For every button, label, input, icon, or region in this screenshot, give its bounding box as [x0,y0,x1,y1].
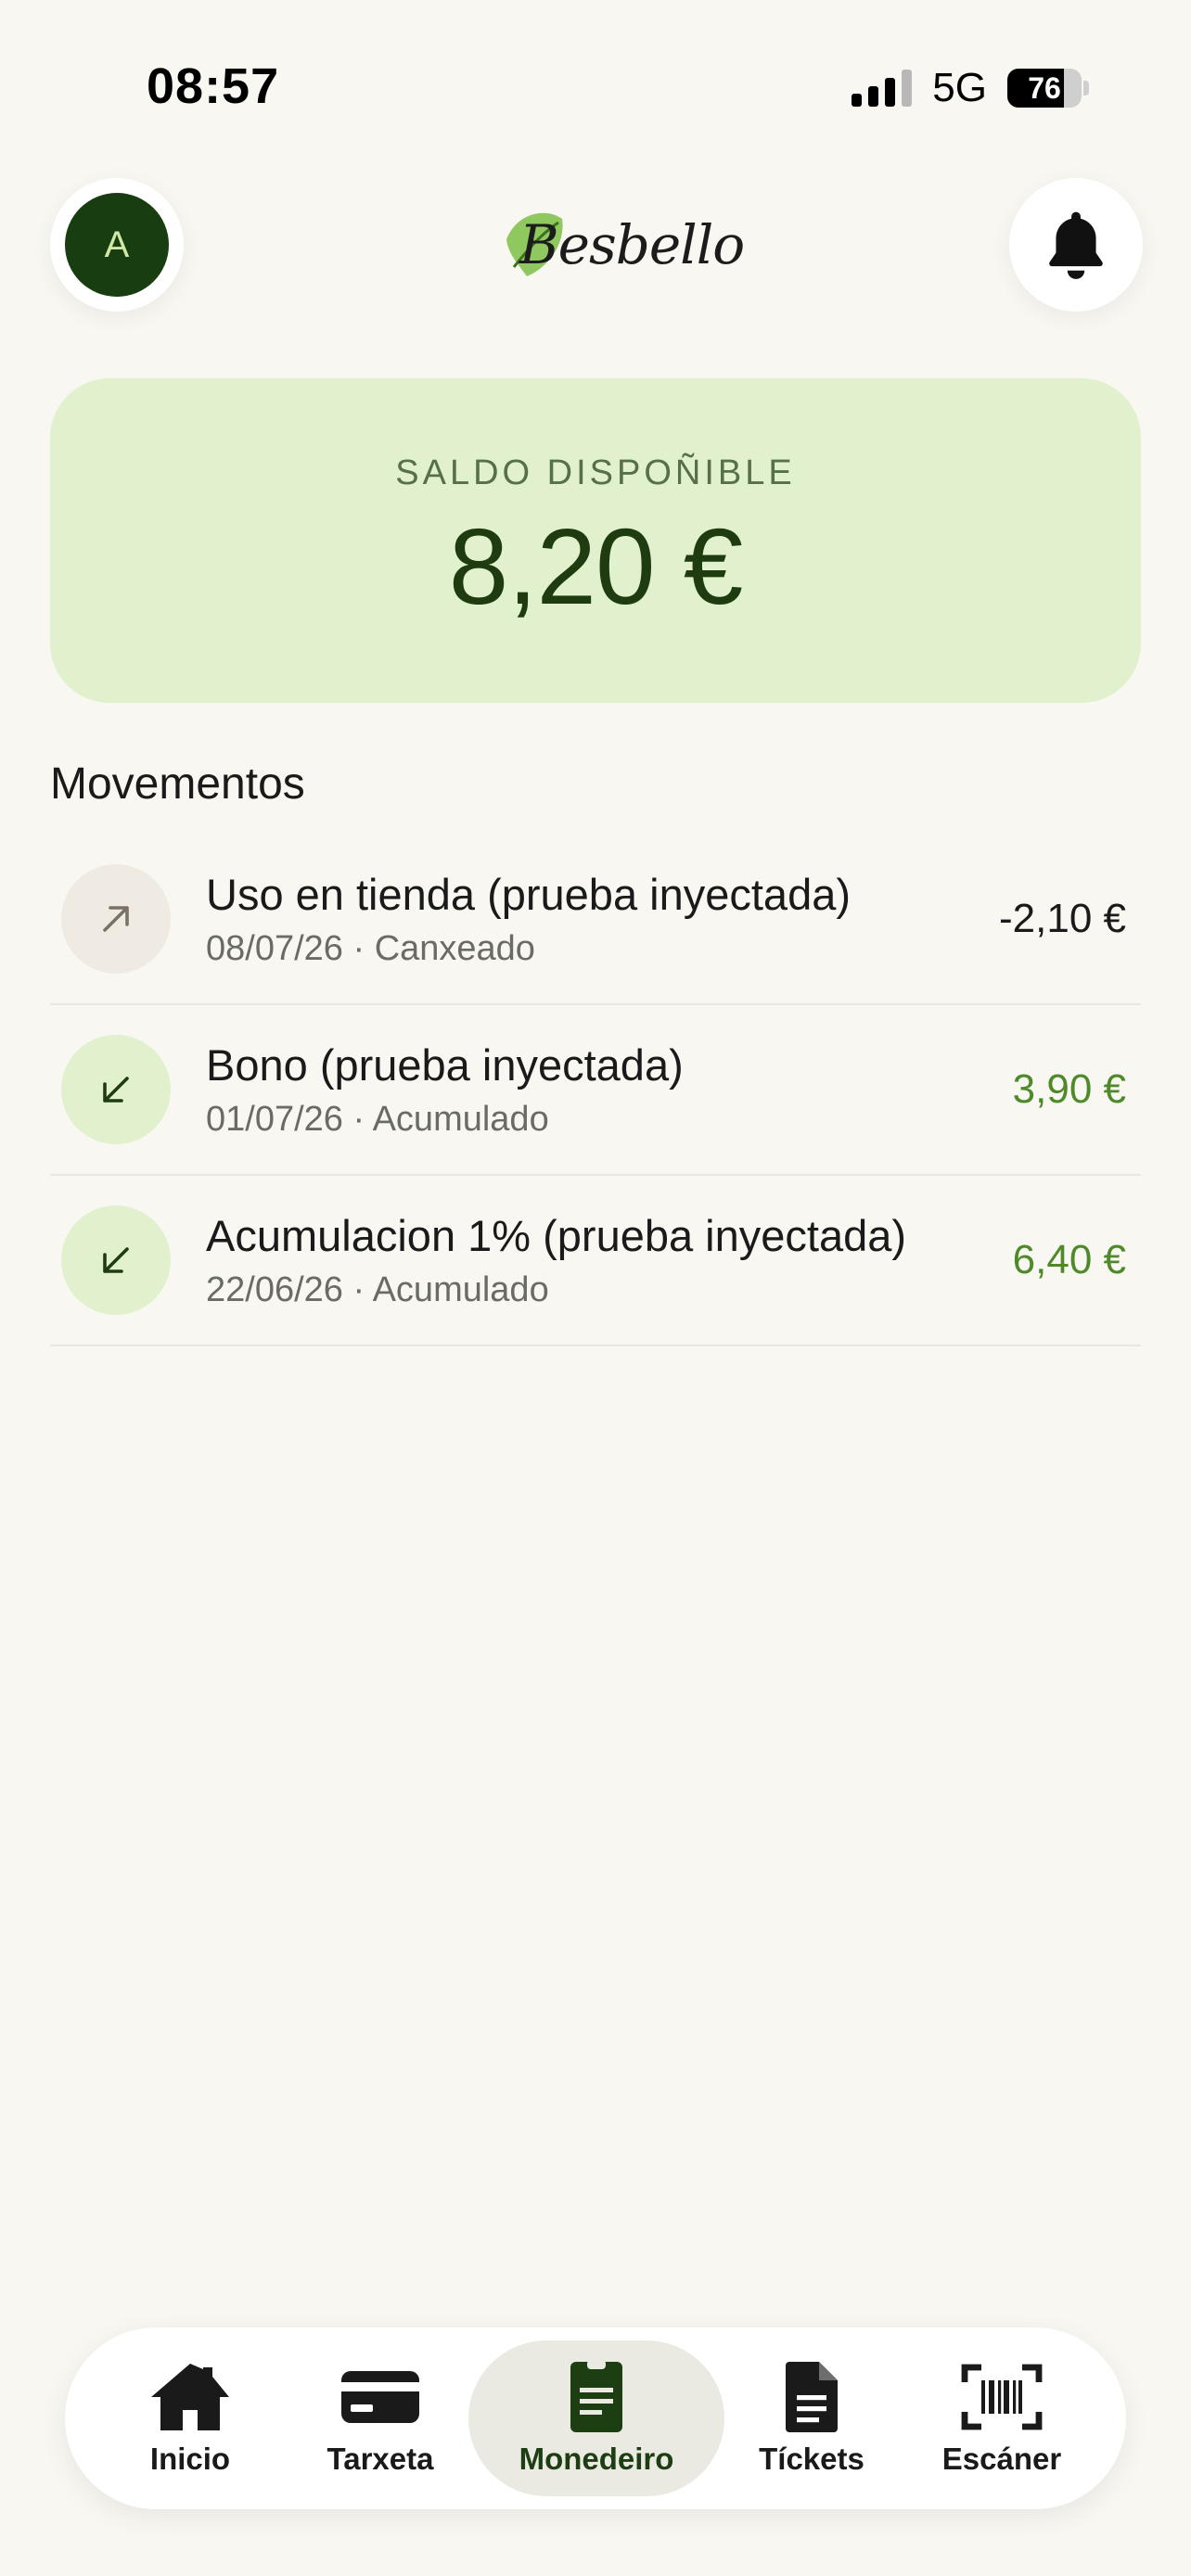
tab-inicio[interactable]: Inicio [102,2340,278,2496]
tab-tarxeta[interactable]: Tarxeta [292,2340,468,2496]
network-type: 5G [932,65,987,110]
tab-label: Tíckets [759,2442,864,2476]
movement-amount: 3,90 € [1012,1066,1126,1112]
home-icon [151,2364,229,2430]
document-icon [786,2362,838,2432]
signal-icon [852,70,913,107]
arrow-down-left-icon [61,1035,171,1144]
card-icon [341,2371,419,2423]
notifications-button[interactable] [1009,178,1143,312]
status-indicators: 5G 76 [852,65,1089,111]
tab-monedeiro[interactable]: Monedeiro [468,2340,724,2496]
avatar: A [65,193,169,297]
movement-title: Uso en tienda (prueba inyectada) [206,870,851,919]
logo-text: Besbello [519,213,745,276]
bell-icon [1049,211,1103,279]
movement-amount: -2,10 € [999,896,1126,941]
list-item[interactable]: Bono (prueba inyectada) 01/07/26 · Acumu… [50,1005,1141,1176]
movement-title: Acumulacion 1% (prueba inyectada) [206,1211,907,1260]
list-item[interactable]: Acumulacion 1% (prueba inyectada) 22/06/… [50,1176,1141,1346]
movement-title: Bono (prueba inyectada) [206,1040,684,1090]
barcode-scan-icon [961,2364,1043,2430]
tab-label: Monedeiro [519,2442,674,2476]
arrow-down-left-icon [61,1205,171,1315]
wallet-icon [570,2360,622,2432]
avatar-button[interactable]: A [50,178,184,312]
battery-icon: 76 [1007,69,1082,108]
tab-escaner[interactable]: Escáner [914,2340,1090,2496]
battery-level: 76 [1028,70,1061,105]
balance-label: SALDO DISPOÑIBLE [395,453,796,492]
movements-list: Uso en tienda (prueba inyectada) 08/07/2… [50,835,1141,1346]
bottom-nav: Inicio Tarxeta Monedeiro Tíckets Escáner [65,2327,1126,2509]
tab-label: Tarxeta [327,2442,434,2476]
balance-card: SALDO DISPOÑIBLE 8,20 € [50,378,1141,703]
movements-title: Movementos [50,759,305,809]
tab-label: Escáner [941,2442,1062,2476]
arrow-up-right-icon [61,864,171,974]
movement-subtitle: 22/06/26 · Acumulado [206,1270,549,1309]
movement-amount: 6,40 € [1012,1237,1126,1282]
list-item[interactable]: Uso en tienda (prueba inyectada) 08/07/2… [50,835,1141,1005]
movement-subtitle: 01/07/26 · Acumulado [206,1100,549,1139]
balance-amount: 8,20 € [448,505,744,627]
tab-label: Inicio [149,2442,231,2476]
tab-tickets[interactable]: Tíckets [724,2340,900,2496]
movement-subtitle: 08/07/26 · Canxeado [206,929,535,968]
status-time: 08:57 [147,58,280,114]
